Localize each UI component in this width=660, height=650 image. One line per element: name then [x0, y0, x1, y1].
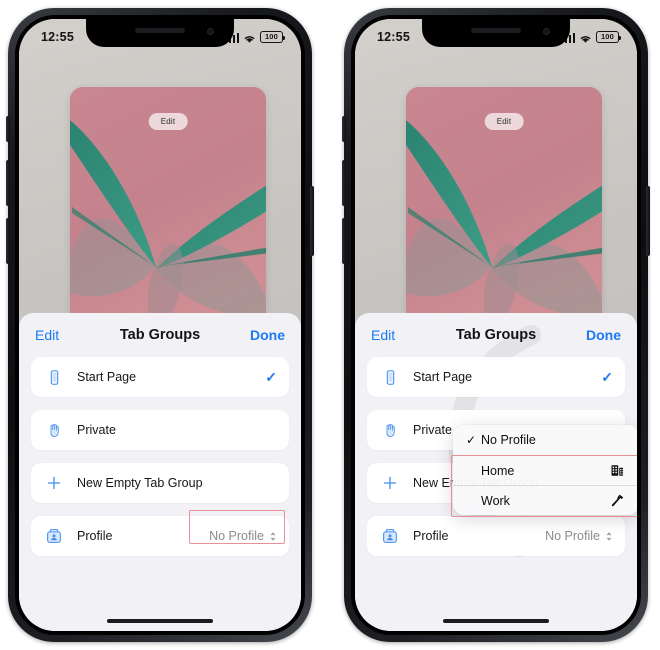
sheet-title-left: Tab Groups: [119, 327, 201, 343]
plus-icon: [43, 472, 65, 494]
earpiece-speaker-icon: [471, 28, 521, 33]
dropdown-item-label: Home: [481, 463, 515, 478]
profile-select-value: No Profile: [545, 529, 600, 543]
volume-down-button[interactable]: [342, 218, 346, 264]
front-camera-icon: [543, 28, 550, 35]
status-time-right: 12:55: [377, 30, 410, 44]
list-item-profile-right[interactable]: Profile No Profile: [367, 516, 625, 556]
battery-icon: 100: [596, 31, 621, 43]
sheet-header-right: Edit Tab Groups Done: [355, 313, 637, 357]
power-button[interactable]: [310, 186, 314, 256]
sheet-title-right: Tab Groups: [455, 327, 537, 343]
volume-up-button[interactable]: [342, 160, 346, 206]
tab-preview-card-left[interactable]: Edit: [70, 87, 266, 339]
dropdown-item-label: Work: [481, 493, 510, 508]
notch-left: [86, 19, 234, 47]
mute-switch[interactable]: [6, 116, 10, 142]
list-item-label: Profile: [77, 529, 113, 543]
phone-bezel-left: Edit 12:55 100 Edit Tab Groups Done Star…: [15, 15, 305, 635]
sheet-edit-button-right[interactable]: Edit: [371, 327, 395, 343]
chevron-up-down-icon: [269, 531, 277, 542]
person-card-icon: [43, 525, 65, 547]
checkmark-icon: ✓: [601, 368, 613, 385]
list-item-label: Profile: [413, 529, 449, 543]
earpiece-speaker-icon: [135, 28, 185, 33]
list-item-start-page-right[interactable]: Start Page ✓: [367, 357, 625, 397]
card-edit-button-left[interactable]: Edit: [148, 113, 188, 130]
tab-preview-card-right[interactable]: Edit: [406, 87, 602, 339]
wifi-icon: [243, 33, 256, 43]
building-icon: [609, 463, 625, 479]
volume-down-button[interactable]: [6, 218, 10, 264]
phone-bezel-right: Edit 12:55 100 Edit Tab Groups Done Star…: [351, 15, 641, 635]
mute-switch[interactable]: [342, 116, 346, 142]
sheet-done-button-right[interactable]: Done: [586, 327, 621, 343]
list-item-start-page-left[interactable]: Start Page ✓: [31, 357, 289, 397]
profile-select-value: No Profile: [209, 529, 264, 543]
home-indicator-right[interactable]: [443, 619, 549, 623]
dropdown-item-label: No Profile: [481, 433, 536, 447]
screen-left: Edit 12:55 100 Edit Tab Groups Done Star…: [19, 19, 301, 631]
checkmark-icon: ✓: [265, 368, 277, 385]
battery-level-label: 100: [264, 32, 279, 42]
list-item-new-empty-tab-group-left[interactable]: New Empty Tab Group: [31, 463, 289, 503]
plus-icon: [379, 472, 401, 494]
sheet-edit-button-left[interactable]: Edit: [35, 327, 59, 343]
chevron-up-down-icon: [605, 531, 613, 542]
card-edit-button-right[interactable]: Edit: [484, 113, 524, 130]
iphone-icon: [379, 366, 401, 388]
dropdown-item-no-profile[interactable]: ✓ No Profile: [453, 425, 637, 455]
hand-raised-icon: [379, 419, 401, 441]
profile-dropdown-menu[interactable]: ✓ No Profile Home Work: [453, 425, 637, 515]
tab-groups-sheet-left: Edit Tab Groups Done Start Page ✓ Privat…: [19, 313, 301, 631]
list-item-label: Private: [77, 423, 116, 437]
list-item-profile-left[interactable]: Profile No Profile: [31, 510, 289, 556]
list-item-label: New Empty Tab Group: [77, 476, 203, 490]
notch-right: [422, 19, 570, 47]
front-camera-icon: [207, 28, 214, 35]
list-item-label: Start Page: [413, 370, 473, 384]
person-card-icon: [379, 525, 401, 547]
tab-groups-list-left: Start Page ✓ Private New Empty Tab Group…: [19, 357, 301, 556]
battery-level-label: 100: [600, 32, 615, 42]
status-time-left: 12:55: [41, 30, 74, 44]
profile-select-right[interactable]: No Profile: [545, 529, 613, 543]
volume-up-button[interactable]: [6, 160, 10, 206]
dropdown-item-work[interactable]: Work: [453, 485, 637, 515]
power-button[interactable]: [646, 186, 650, 256]
wifi-icon: [579, 33, 592, 43]
screen-right: Edit 12:55 100 Edit Tab Groups Done Star…: [355, 19, 637, 631]
hand-raised-icon: [43, 419, 65, 441]
sheet-header-left: Edit Tab Groups Done: [19, 313, 301, 357]
list-item-label: Start Page: [77, 370, 137, 384]
hammer-icon: [609, 493, 625, 509]
list-item-private-left[interactable]: Private: [31, 410, 289, 450]
screenshot-canvas: Edit 12:55 100 Edit Tab Groups Done Star…: [0, 0, 660, 650]
home-indicator-left[interactable]: [107, 619, 213, 623]
profile-select-left[interactable]: No Profile: [209, 529, 277, 543]
battery-icon: 100: [260, 31, 285, 43]
phone-right: Edit 12:55 100 Edit Tab Groups Done Star…: [342, 8, 650, 642]
tab-groups-sheet-right: Edit Tab Groups Done Start Page ✓ Privat…: [355, 313, 637, 631]
sheet-done-button-left[interactable]: Done: [250, 327, 285, 343]
dropdown-item-home[interactable]: Home: [453, 455, 637, 485]
iphone-icon: [43, 366, 65, 388]
checkmark-icon: ✓: [466, 433, 477, 447]
phone-left: Edit 12:55 100 Edit Tab Groups Done Star…: [6, 8, 314, 642]
